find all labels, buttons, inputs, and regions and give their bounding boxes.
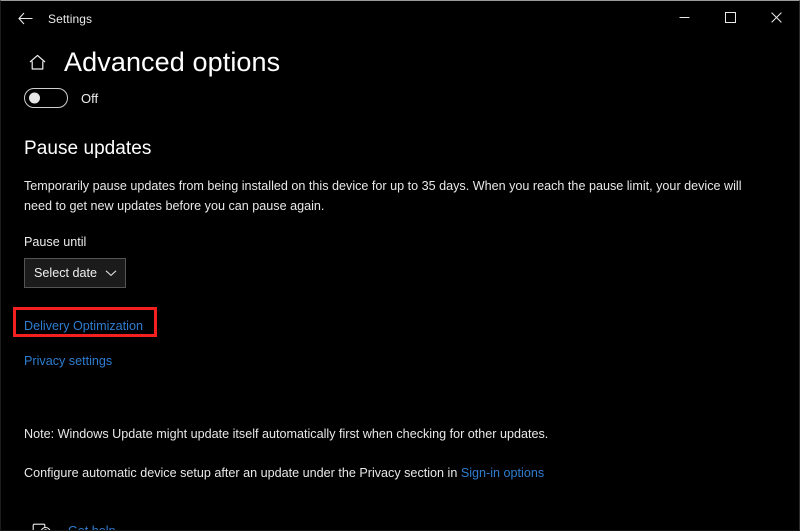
pause-updates-description: Temporarily pause updates from being ins…	[24, 179, 742, 213]
toggle-knob	[29, 92, 40, 104]
title-bar: Settings	[1, 1, 799, 36]
privacy-settings-link[interactable]: Privacy settings	[24, 354, 112, 368]
maximize-icon	[724, 12, 736, 23]
home-icon[interactable]	[24, 50, 50, 76]
get-help-button[interactable]: Get help	[31, 521, 116, 530]
minimize-button[interactable]	[661, 1, 707, 34]
close-button[interactable]	[753, 1, 799, 34]
chevron-down-icon	[105, 264, 117, 282]
settings-window: Settings Advanced options Off Pause upda…	[0, 0, 800, 531]
delivery-optimization-link[interactable]: Delivery Optimization	[24, 319, 143, 333]
help-chat-icon	[31, 521, 53, 530]
sign-in-options-link[interactable]: Sign-in options	[461, 466, 544, 480]
configure-device-setup-prefix: Configure automatic device setup after a…	[24, 466, 461, 480]
close-icon	[770, 12, 782, 23]
app-title: Settings	[48, 11, 93, 26]
advanced-options-toggle[interactable]	[24, 88, 68, 108]
toggle-state-label: Off	[81, 90, 99, 106]
privacy-settings-link-wrapper: Privacy settings	[23, 352, 777, 370]
pause-until-dropdown-value: Select date	[34, 266, 98, 280]
window-controls	[661, 1, 799, 34]
page-title: Advanced options	[64, 47, 281, 77]
configure-device-setup-text: Configure automatic device setup after a…	[24, 466, 777, 480]
pause-until-dropdown[interactable]: Select date	[24, 258, 126, 288]
back-arrow-icon	[17, 12, 33, 25]
back-button[interactable]	[6, 4, 44, 34]
page-header: Advanced options	[24, 49, 777, 76]
delivery-optimization-link-wrapper: Delivery Optimization	[13, 307, 157, 337]
minimize-icon	[679, 12, 690, 23]
pause-updates-heading: Pause updates	[24, 138, 152, 159]
maximize-button[interactable]	[707, 1, 753, 34]
get-help-link[interactable]: Get help	[68, 524, 116, 530]
pause-until-label: Pause until	[24, 235, 87, 249]
update-note-text: Note: Windows Update might update itself…	[24, 427, 549, 441]
advanced-options-toggle-row: Off	[24, 88, 777, 108]
page-content: Advanced options Off Pause updates Tempo…	[1, 49, 799, 530]
